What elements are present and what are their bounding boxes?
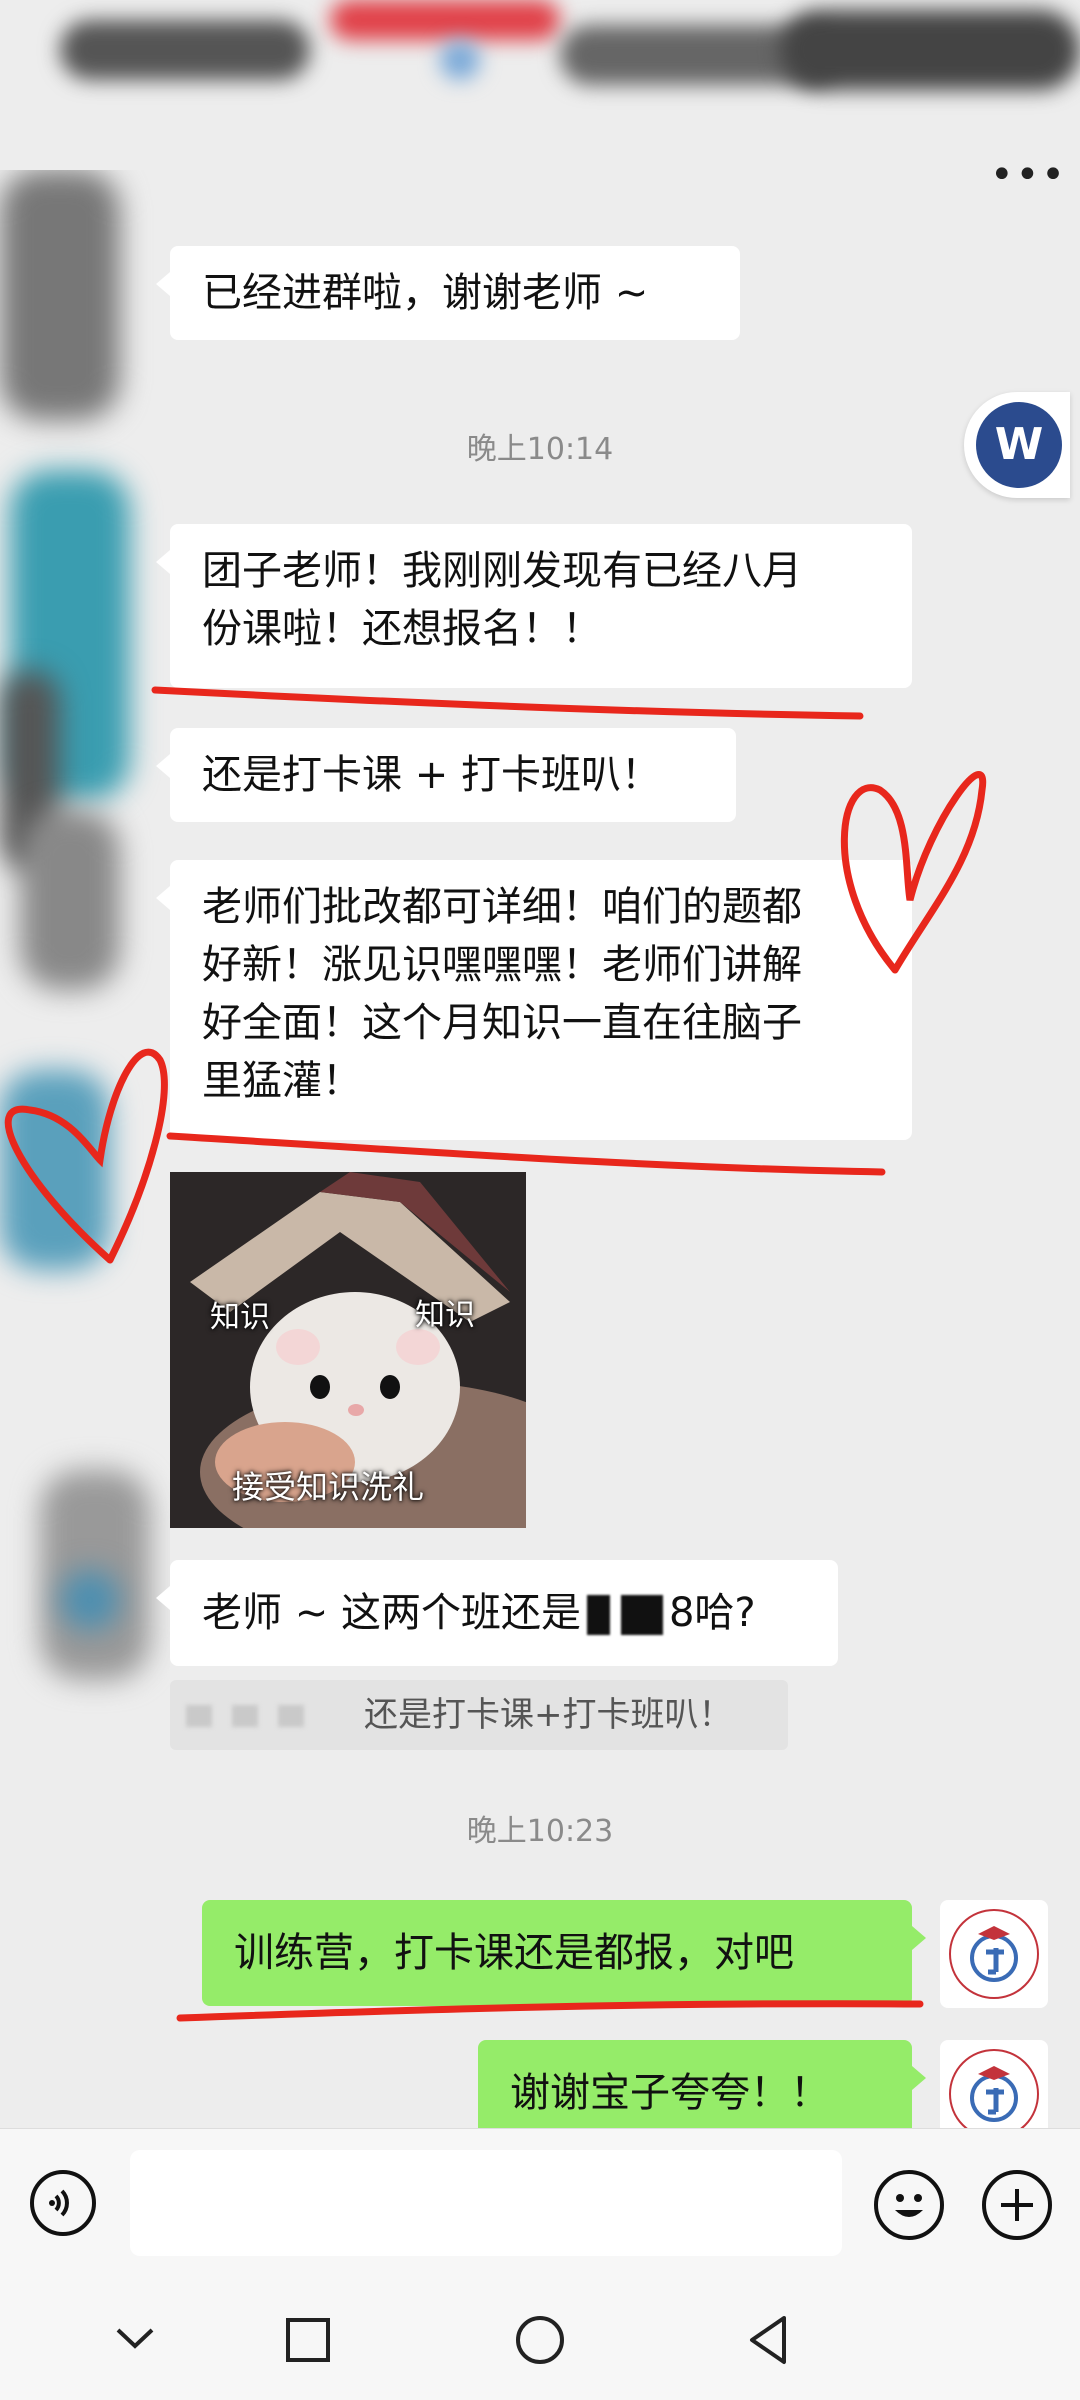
message-text: 训练营，打卡课还是都报，对吧 [234, 1930, 794, 1976]
square-icon[interactable] [284, 2316, 332, 2364]
sticker-label: 知识 [415, 1298, 475, 1333]
quote-author-blurred [186, 1705, 336, 1729]
circle-icon[interactable] [514, 2314, 566, 2366]
sticker-label: 知识 [210, 1300, 270, 1335]
underline-annotation [166, 1132, 886, 1176]
sticker-caption: 接受知识洗礼 [232, 1468, 425, 1506]
message-text-line: 里猛灌！ [202, 1058, 362, 1104]
blurred-avatar-column [0, 170, 170, 1770]
voice-icon[interactable] [30, 2170, 96, 2236]
avatar[interactable] [940, 1900, 1048, 2008]
timestamp: 晚上10:23 [466, 1814, 614, 1849]
org-logo [949, 1909, 1039, 1999]
timestamp: 晚上10:14 [466, 432, 614, 467]
message-text: 已经进群啦，谢谢老师 ~ [202, 270, 649, 316]
message-text: 还是打卡课 + 打卡班叭！ [202, 752, 661, 798]
emoji-icon[interactable] [874, 2170, 944, 2240]
message-text-line: 份课啦！还想报名！！ [202, 606, 602, 652]
redacted-block [586, 1595, 663, 1635]
message-text-line: 团子老师！我刚刚发现有已经八月 [202, 548, 802, 594]
blurred-header [0, 0, 1080, 170]
underline-annotation [151, 686, 864, 720]
message-text: 8哈? [668, 1590, 756, 1636]
triangle-back-icon[interactable] [744, 2314, 792, 2366]
message-input[interactable] [130, 2150, 842, 2256]
plus-icon[interactable] [982, 2170, 1052, 2240]
message-bubble[interactable]: 老师 ~ 这两个班还是 8哈? [156, 1560, 838, 1666]
org-logo [949, 2049, 1039, 2139]
message-bubble[interactable]: 还是打卡课 + 打卡班叭！ [156, 728, 736, 822]
sticker-image[interactable]: 知识 知识 接受知识洗礼 [170, 1172, 526, 1528]
chevron-down-icon[interactable] [110, 2318, 160, 2358]
message-text-line: 好新！涨见识嘿嘿嘿！老师们讲解 [202, 942, 802, 988]
quote-text: 还是打卡课+打卡班叭！ [364, 1695, 733, 1735]
message-text: 谢谢宝子夸夸！！ [510, 2070, 830, 2116]
message-text-line: 老师们批改都可详细！咱们的题都 [202, 884, 802, 930]
message-text: 老师 ~ 这两个班还是 [202, 1590, 581, 1636]
message-bubble[interactable]: 已经进群啦，谢谢老师 ~ [156, 246, 740, 340]
more-dots-icon[interactable]: ••• [990, 155, 1065, 220]
message-bubble-outgoing[interactable]: 训练营，打卡课还是都报，对吧 [202, 1900, 926, 2006]
message-bubble[interactable]: 老师们批改都可详细！咱们的题都 好新！涨见识嘿嘿嘿！老师们讲解 好全面！这个月知… [156, 860, 912, 1140]
message-bubble[interactable]: 团子老师！我刚刚发现有已经八月 份课啦！还想报名！！ [156, 524, 912, 688]
message-text-line: 好全面！这个月知识一直在往脑子 [202, 1000, 802, 1046]
